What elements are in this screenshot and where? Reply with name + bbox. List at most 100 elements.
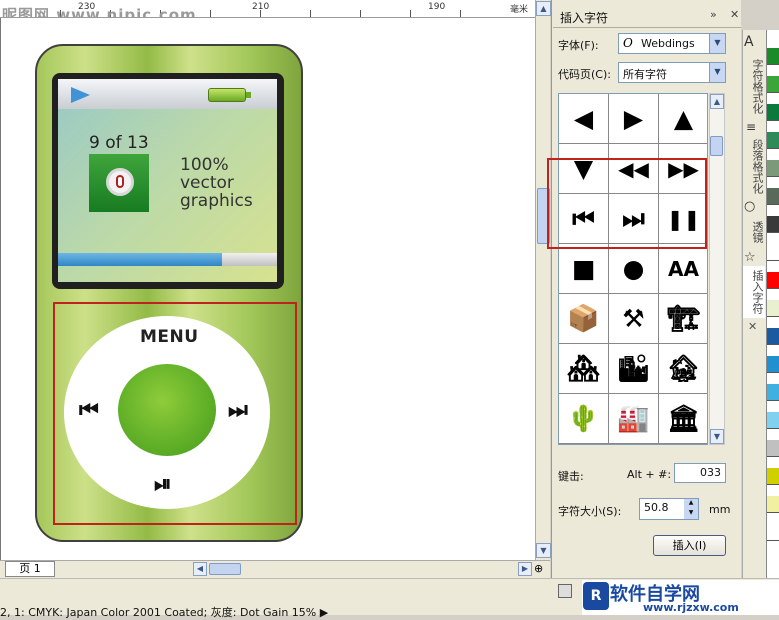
chevron-down-icon[interactable]: ▼ [709,63,725,82]
codepage-select[interactable]: 所有字符 ▼ [618,62,726,83]
glyph-cell[interactable]: 🏗 [659,294,707,344]
size-up-icon[interactable]: ▲ [684,499,698,509]
palette-swatch[interactable] [767,272,779,289]
chevron-down-icon[interactable]: ▼ [709,34,725,53]
insert-button[interactable]: 插入(I) [653,535,726,556]
glyph-cell[interactable]: 🏘 [559,344,609,394]
glyph-cell[interactable]: AA [659,244,707,294]
palette-swatch[interactable] [767,412,779,429]
track-count: 9 of 13 [89,133,149,153]
play-icon [71,87,90,103]
tab-lens[interactable]: 透镜 [743,216,765,248]
palette-swatch[interactable] [767,216,779,233]
glyph-grid-scrollbar[interactable]: ▲ ▼ [709,93,725,445]
canvas-vertical-scrollbar[interactable]: ▲ ▼ [535,0,551,560]
palette-swatch[interactable] [767,160,779,177]
paragraph-icon[interactable]: ≡ [746,120,756,134]
palette-swatch[interactable] [767,384,779,401]
battery-icon [208,88,246,102]
glyph-cell[interactable]: ▲ [659,94,707,144]
keystroke-alt-label: Alt + #: [627,468,672,481]
font-label: 字体(F): [558,39,599,52]
palette-swatch[interactable] [767,524,779,541]
palette-swatch[interactable] [767,356,779,373]
palette-swatch[interactable] [767,188,779,205]
size-label: 字符大小(S): [558,505,622,518]
glyph-cell[interactable]: ⚒ [609,294,659,344]
palette-swatch[interactable] [767,496,779,513]
palette-swatch[interactable] [767,328,779,345]
glyph-scroll-up[interactable]: ▲ [710,94,724,109]
glyph-cell[interactable]: 📦 [559,294,609,344]
glyph-cell[interactable]: ● [609,244,659,294]
ruler-label: 210 [252,2,270,12]
font-select[interactable]: O Webdings ▼ [618,33,726,54]
size-field[interactable]: 50.8 ▲ ▼ [639,498,699,520]
glyph-scroll-thumb[interactable] [710,136,723,156]
glyph-cell[interactable]: 🏛 [659,394,707,444]
scroll-right-button[interactable]: ▶ [518,562,532,576]
glyph-cell[interactable]: 🏚 [659,344,707,394]
ruler-unit: 毫米 [510,5,529,15]
play-pause-icon[interactable]: ⏯ [154,474,172,496]
color-proof-icon[interactable] [558,584,572,598]
codepage-label: 代码页(C): [558,68,611,81]
size-down-icon[interactable]: ▼ [684,509,698,519]
divider [553,27,741,28]
menu-label[interactable]: MENU [140,327,199,347]
page-tab[interactable]: 页 1 [5,561,55,577]
battery-tip [246,92,251,98]
codepage-value: 所有字符 [623,68,667,81]
font-value: Webdings [641,37,695,50]
palette-swatch[interactable] [767,48,779,65]
keystroke-label: 键击: [558,470,584,483]
logo-url: www.rjzxw.com [643,601,739,614]
album-art-dot [116,175,124,188]
text-format-icon[interactable]: A [744,34,754,50]
glyph-grid[interactable]: ◀ ▶ ▲ ▼ ◀◀ ▶▶ ⏮ ⏭ ❚❚ ■ ● AA 📦 ⚒ 🏗 🏘 🏙 🏚 🌵 🏭 🏛 [558,93,708,445]
keystroke-field[interactable]: 033 [674,463,726,483]
palette-swatch[interactable] [767,132,779,149]
size-value: 50.8 [644,501,669,514]
palette-swatch[interactable] [767,440,779,457]
docker-title: 插入字符 [560,11,609,25]
font-type-icon: O [623,36,633,50]
close-icon[interactable]: ✕ [748,320,757,333]
selection-box-glyphs [547,158,707,249]
docker-expand-icon[interactable]: » [710,8,717,21]
ruler-label: 190 [428,2,446,12]
glyph-cell[interactable]: ◀ [559,94,609,144]
previous-icon[interactable]: ⏮ [79,400,99,422]
palette-swatch[interactable] [767,300,779,317]
status-text: 2, 1: CMYK: Japan Color 2001 Coated; 灰度:… [0,606,329,619]
docker-close-icon[interactable]: ✕ [730,8,739,21]
star-icon[interactable]: ☆ [744,250,756,265]
palette-swatch[interactable] [767,244,779,261]
scroll-up-button[interactable]: ▲ [536,1,551,16]
palette-swatch[interactable] [767,76,779,93]
glyph-cell[interactable]: ▶ [609,94,659,144]
logo-icon: R [583,582,609,610]
tab-paragraph-format[interactable]: 段落格式化 [743,134,765,198]
horizontal-scroll-thumb[interactable] [209,563,241,575]
next-icon[interactable]: ⏭ [228,400,248,422]
palette-swatch[interactable] [767,104,779,121]
zoom-icon[interactable]: ⊕ [534,562,543,575]
progress-fill [58,253,223,266]
size-unit: mm [709,503,731,516]
screen-caption: 100% vector graphics [180,155,253,211]
glyph-cell[interactable]: 🏭 [609,394,659,444]
palette-swatch[interactable] [767,468,779,485]
tab-insert-character[interactable]: 插入字符 [743,266,765,318]
center-button[interactable] [118,364,216,456]
glyph-cell[interactable]: ■ [559,244,609,294]
scroll-down-button[interactable]: ▼ [536,543,551,558]
glyph-scroll-down[interactable]: ▼ [710,429,724,444]
lens-icon[interactable]: ○ [744,199,755,214]
tab-character-format[interactable]: 字符格式化 [743,52,765,120]
glyph-cell[interactable]: 🏙 [609,344,659,394]
page-border [0,18,1,560]
glyph-cell[interactable]: 🌵 [559,394,609,444]
page-bar [0,560,550,578]
scroll-left-button[interactable]: ◀ [193,562,207,576]
